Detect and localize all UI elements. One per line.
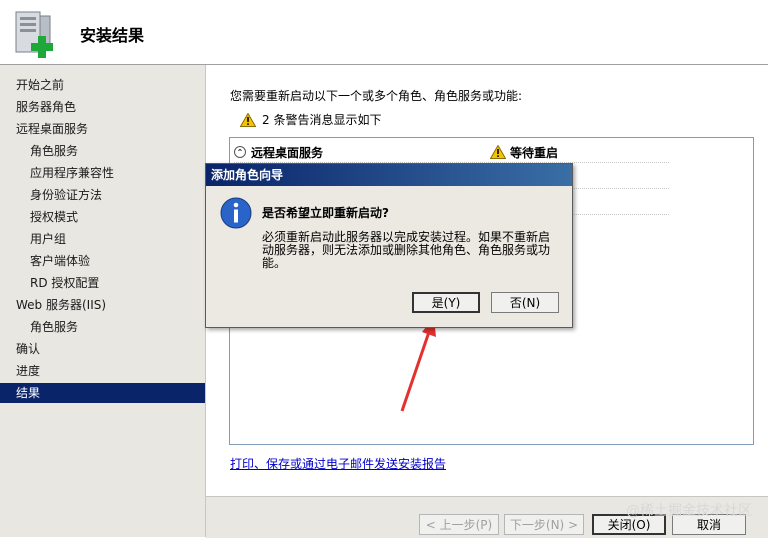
nav-item-user-groups[interactable]: 用户组 <box>0 229 205 249</box>
collapse-icon[interactable]: ⌃ <box>234 146 246 158</box>
nav-item-progress[interactable]: 进度 <box>0 361 205 381</box>
nav-item-before-you-begin[interactable]: 开始之前 <box>0 75 205 95</box>
dialog-detail: 必须重新启动此服务器以完成安装过程。如果不重新启动服务器，则无法添加或删除其他角… <box>262 230 551 270</box>
nav-item-web-server-iis[interactable]: Web 服务器(IIS) <box>0 295 205 315</box>
result-status-text: 等待重启 <box>510 145 559 160</box>
nav-item-role-services[interactable]: 角色服务 <box>0 141 205 161</box>
no-button[interactable]: 否(N) <box>491 292 559 313</box>
result-row-remote-desktop: ⌃ 远程桌面服务 等待重启 <box>234 143 749 161</box>
nav-item-server-roles[interactable]: 服务器角色 <box>0 97 205 117</box>
result-role-name: 远程桌面服务 <box>251 145 324 160</box>
install-report-link[interactable]: 打印、保存或通过电子邮件发送安装报告 <box>230 455 446 472</box>
nav-item-results[interactable]: 结果 <box>0 383 205 403</box>
nav-item-licensing-mode[interactable]: 授权模式 <box>0 207 205 227</box>
wizard-nav: 开始之前 服务器角色 远程桌面服务 角色服务 应用程序兼容性 身份验证方法 授权… <box>0 65 206 537</box>
dialog-question: 是否希望立即重新启动? <box>262 206 389 220</box>
warning-icon <box>240 112 256 127</box>
watermark: @稀土掘金技术社区 <box>626 503 752 519</box>
warning-summary: 2 条警告消息显示如下 <box>240 111 381 128</box>
yes-button[interactable]: 是(Y) <box>412 292 480 313</box>
page-title: 安装结果 <box>80 26 145 45</box>
nav-item-rd-licensing-config[interactable]: RD 授权配置 <box>0 273 205 293</box>
server-install-icon <box>15 11 53 58</box>
restart-dialog: 添加角色向导 是否希望立即重新启动? 必须重新启动此服务器以完成安装过程。如果不… <box>205 163 573 328</box>
wizard-header: 安装结果 <box>0 0 768 65</box>
result-status: 等待重启 <box>490 144 558 161</box>
warning-icon <box>490 145 506 159</box>
nav-item-confirmation[interactable]: 确认 <box>0 339 205 359</box>
nav-item-authentication-method[interactable]: 身份验证方法 <box>0 185 205 205</box>
info-icon <box>220 197 252 229</box>
dialog-title: 添加角色向导 <box>206 164 572 186</box>
nav-item-iis-role-services[interactable]: 角色服务 <box>0 317 205 337</box>
previous-button[interactable]: < 上一步(P) <box>419 514 499 535</box>
annotation-arrow <box>400 317 436 412</box>
next-button[interactable]: 下一步(N) > <box>504 514 584 535</box>
nav-item-remote-desktop-services[interactable]: 远程桌面服务 <box>0 119 205 139</box>
nav-item-app-compatibility[interactable]: 应用程序兼容性 <box>0 163 205 183</box>
nav-item-client-experience[interactable]: 客户端体验 <box>0 251 205 271</box>
restart-intro-text: 您需要重新启动以下一个或多个角色、角色服务或功能: <box>230 89 523 103</box>
warning-summary-text: 2 条警告消息显示如下 <box>262 113 382 127</box>
